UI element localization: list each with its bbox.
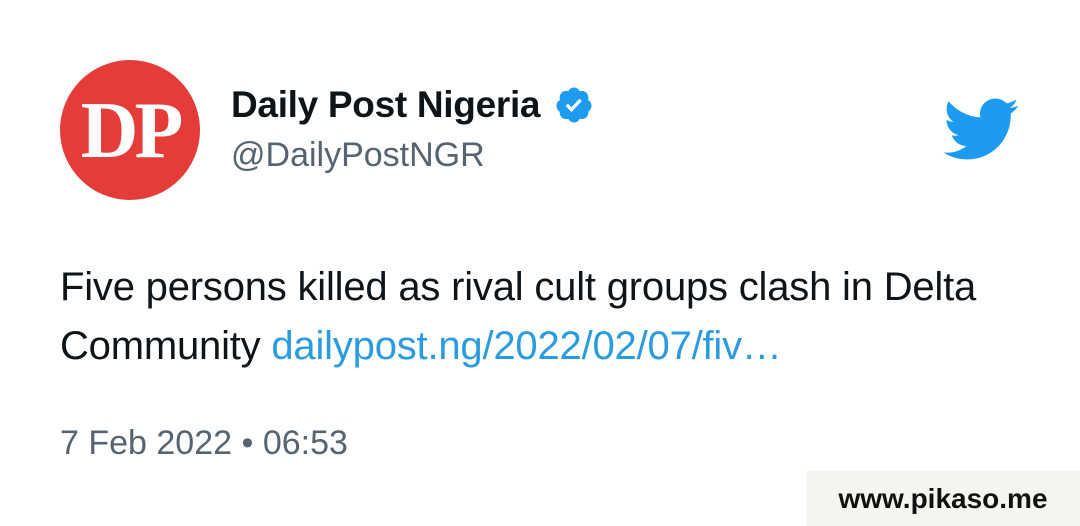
tweet-link[interactable]: dailypost.ng/2022/02/07/fiv… [271, 324, 782, 368]
watermark-text: www.pikaso.me [838, 482, 1048, 514]
tweet-text: Five persons killed as rival cult groups… [60, 258, 1040, 376]
verified-badge-icon [554, 85, 594, 125]
avatar-logo-text: DP [80, 87, 184, 175]
twitter-bird-icon [940, 96, 1020, 162]
tweet-time: 06:53 [262, 424, 348, 462]
tweet-card: DP Daily Post Nigeria @DailyPostNGR Five… [0, 0, 1080, 526]
tweet-timestamp[interactable]: 7 Feb 2022 • 06:53 [60, 424, 348, 463]
tweet-date: 7 Feb 2022 [60, 424, 233, 462]
display-name[interactable]: Daily Post Nigeria [231, 84, 541, 126]
avatar[interactable]: DP [60, 60, 200, 200]
account-handle[interactable]: @DailyPostNGR [231, 136, 485, 175]
display-name-row: Daily Post Nigeria [231, 80, 594, 130]
timestamp-separator: • [241, 424, 254, 462]
watermark: www.pikaso.me [806, 471, 1080, 526]
